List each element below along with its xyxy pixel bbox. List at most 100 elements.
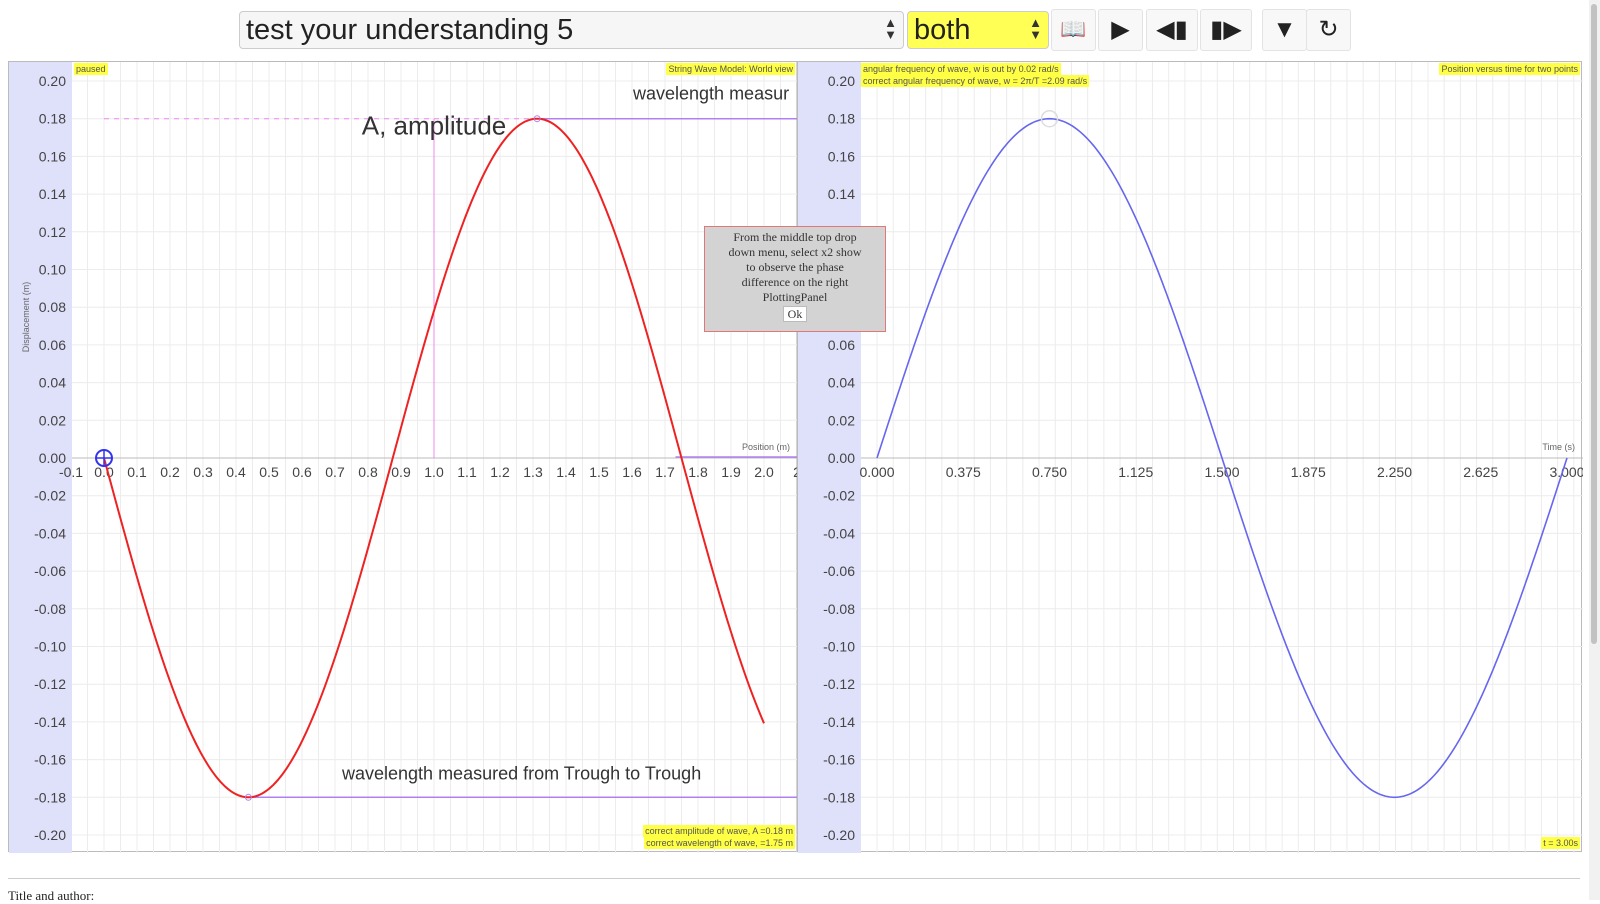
select-arrows-icon: ▲ ▼ [1029,15,1042,42]
x-tick-label: 2.625 [1463,464,1498,480]
step-back-icon[interactable]: ◀▮ [1146,9,1198,51]
y-tick-label: -0.16 [34,752,66,768]
x-tick-label: 1.8 [688,464,708,480]
x-tick-label: 1.125 [1118,464,1153,480]
x-tick-label: 0.750 [1032,464,1067,480]
x-tick-label: 1.1 [457,464,477,480]
amplitude-label: A, amplitude [362,111,507,141]
panel-title-tag: Position versus time for two points [1439,63,1580,75]
x-tick-label: 0.7 [325,464,345,480]
x-tick-label: 0.2 [160,464,180,480]
y-tick-label: 0.14 [828,186,855,202]
mode-select-value: both [914,14,971,46]
y-tick-label: -0.06 [823,563,855,579]
dialog-line: From the middle top drop [733,230,857,244]
y-tick-label: -0.12 [823,676,855,692]
y-tick-label: 0.12 [39,224,66,240]
y-tick-label: -0.08 [34,601,66,617]
x-tick-label: 1.2 [490,464,510,480]
frequency-info-tag: angular frequency of wave, w is out by 0… [861,63,1061,75]
time-readout-tag: t = 3.00s [1541,837,1580,849]
y-tick-label: 0.20 [828,73,855,89]
y-tick-label: 0.20 [39,73,66,89]
footer-label: Title and author: [8,888,95,903]
x-tick-label: 0.4 [226,464,246,480]
crest-wavelength-label: wavelength measur [632,84,789,104]
x-tick-label: 1.7 [655,464,675,480]
x-tick-label: 1.875 [1291,464,1326,480]
y-tick-label: -0.20 [823,827,855,843]
dialog-line: difference on the right [741,275,849,289]
y-tick-label: 0.04 [828,375,855,391]
y-tick-label: -0.08 [823,601,855,617]
dialog-line: down menu, select x2 show [728,245,862,259]
y-tick-label: -0.16 [823,752,855,768]
y-tick-label: -0.10 [823,639,855,655]
play-icon[interactable]: ▶ [1098,9,1143,51]
position-plot-panel[interactable]: 0.20 0.18 0.16 0.14 0.12 0.10 0.08 0.06 0.04 0.02… [8,61,798,853]
x-tick-label: 2.250 [1377,464,1412,480]
step-forward-icon[interactable]: ▮▶ [1200,9,1252,51]
y-tick-label: -0.04 [34,525,66,541]
panel-title-tag: String Wave Model: World view [666,63,795,75]
x-tick-label: 0.8 [358,464,378,480]
x-tick-label: 1.0 [424,464,444,480]
y-tick-label: -0.02 [34,488,66,504]
x-tick-label: 0.375 [946,464,981,480]
status-tag: paused [74,63,108,75]
divider [8,878,1580,879]
reload-icon[interactable]: ↻ [1306,9,1351,51]
x-tick-label: 0.9 [391,464,411,480]
y-tick-label: 0.06 [39,337,66,353]
page-scrollbar[interactable] [1589,0,1600,900]
position-plot[interactable]: 0.20 0.18 0.16 0.14 0.12 0.10 0.08 0.06 0.04 0.02… [9,62,798,853]
x-tick-label: 1.500 [1204,464,1239,480]
open-book-icon[interactable]: 📖 [1051,9,1096,51]
triangle-down-icon[interactable]: ▼ [1262,9,1307,51]
y-tick-label: 0.16 [828,148,855,164]
frequency-correct-tag: correct angular frequency of wave, w = 2… [861,75,1090,87]
x-tick-label: 1.4 [556,464,576,480]
x-tick-label: 1.9 [721,464,741,480]
time-plot-panel[interactable]: 0.200.180.160.140.120.100.080.060.040.02… [797,61,1583,853]
y-tick-label: -0.20 [34,827,66,843]
x-tick-label: 1.6 [622,464,642,480]
y-tick-label: -0.10 [34,639,66,655]
hint-dialog: From the middle top drop down menu, sele… [704,226,886,332]
task-select-value: test your understanding 5 [246,14,574,46]
y-tick-label: 0.06 [828,337,855,353]
y-tick-label: 0.16 [39,148,66,164]
mode-select[interactable]: both ▲ ▼ [907,11,1049,49]
y-tick-label: 0.02 [39,412,66,428]
select-arrows-icon: ▲ ▼ [884,15,897,42]
x-tick-label: 0.000 [859,464,894,480]
y-tick-label: 0.18 [39,111,66,127]
x-tick-label: 0.5 [259,464,279,480]
y-axis-label: Displacement (m) [21,282,31,353]
y-tick-label: 0.14 [39,186,66,202]
y-tick-label: 0.02 [828,412,855,428]
x-tick-label: 1.5 [589,464,609,480]
y-tick-label: 0.10 [39,262,66,278]
x-tick-label: 0.3 [193,464,213,480]
y-tick-label: -0.18 [34,789,66,805]
time-plot[interactable]: 0.200.180.160.140.120.100.080.060.040.02… [798,62,1583,853]
scroll-thumb[interactable] [1591,4,1597,644]
y-tick-label: -0.12 [34,676,66,692]
dialog-line: to observe the phase [746,260,844,274]
result-tag-amplitude: correct amplitude of wave, A =0.18 m [643,825,795,837]
ok-button[interactable]: Ok [782,306,808,322]
task-select[interactable]: test your understanding 5 ▲ ▼ [239,11,904,49]
y-tick-label: -0.04 [823,525,855,541]
x-tick-label: 2.0 [754,464,774,480]
x-tick-label: 0.1 [127,464,147,480]
y-tick-label: 0.04 [39,375,66,391]
x-axis-label: Time (s) [1542,442,1575,452]
y-tick-label: -0.02 [823,488,855,504]
y-tick-label: -0.14 [34,714,66,730]
x-tick-label: 1.3 [523,464,543,480]
y-tick-label: -0.06 [34,563,66,579]
x-axis-label: Position (m) [742,442,790,452]
x-tick-label: 3.000 [1549,464,1583,480]
y-tick-label: 0.08 [39,299,66,315]
